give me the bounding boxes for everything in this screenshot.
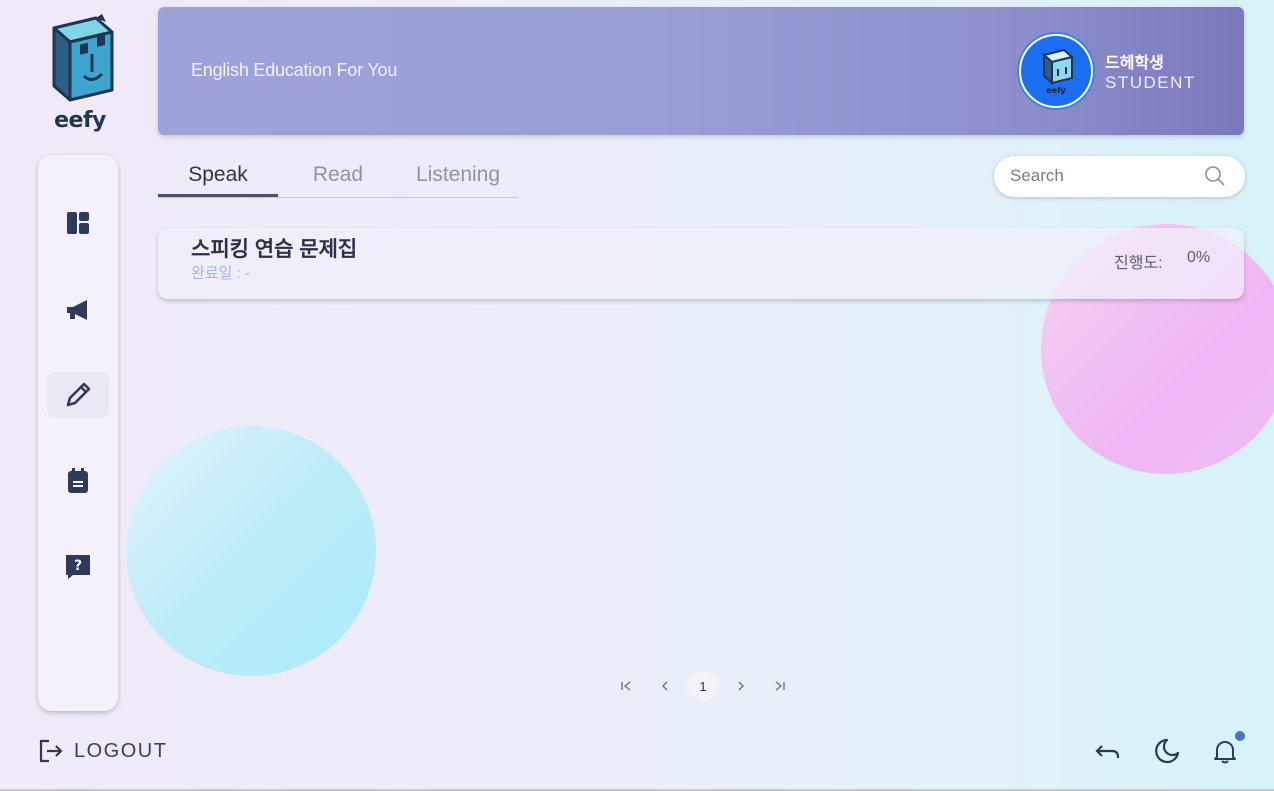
decorative-cyan-circle bbox=[126, 426, 376, 676]
sidebar-item-notes[interactable] bbox=[47, 458, 109, 504]
app-tagline: English Education For You bbox=[191, 60, 398, 80]
tab-speak[interactable]: Speak bbox=[158, 163, 278, 187]
tab-bar: Speak Read Listening bbox=[158, 156, 518, 198]
eefy-avatar-icon: eefy bbox=[1041, 48, 1075, 95]
prev-page-button[interactable] bbox=[649, 671, 681, 701]
next-page-button[interactable] bbox=[725, 671, 757, 701]
svg-text:?: ? bbox=[74, 558, 82, 574]
chevron-left-icon bbox=[662, 681, 668, 691]
logo-text: eefy bbox=[54, 108, 106, 133]
app-logo[interactable]: eefy bbox=[40, 14, 120, 139]
active-tab-indicator bbox=[158, 194, 278, 197]
first-page-icon bbox=[621, 681, 631, 691]
completion-date: 완료일 : - bbox=[191, 265, 250, 282]
dark-mode-moon-icon[interactable] bbox=[1153, 737, 1181, 765]
header-banner: English Education For You eefy 드헤학생 STUD… bbox=[158, 7, 1244, 135]
page-button-current[interactable]: 1 bbox=[687, 671, 719, 701]
last-page-icon bbox=[775, 681, 785, 691]
logout-label: LOGOUT bbox=[74, 739, 168, 762]
progress-value: 0% bbox=[1187, 249, 1211, 266]
sidebar: ? bbox=[38, 155, 118, 711]
chevron-right-icon bbox=[738, 681, 744, 691]
megaphone-icon bbox=[67, 300, 87, 320]
back-arrow-icon[interactable] bbox=[1094, 737, 1122, 765]
first-page-button[interactable] bbox=[611, 671, 643, 701]
sidebar-item-announcements[interactable] bbox=[47, 287, 109, 333]
book-logo-icon bbox=[52, 14, 114, 102]
sidebar-item-help[interactable]: ? bbox=[47, 544, 109, 590]
progress-label: 진행도: bbox=[1114, 255, 1163, 272]
last-page-button[interactable] bbox=[763, 671, 795, 701]
notification-badge-dot bbox=[1235, 731, 1245, 741]
help-question-icon: ? bbox=[66, 555, 90, 579]
logout-icon bbox=[39, 739, 63, 763]
notepad-icon bbox=[68, 468, 88, 493]
tab-listening[interactable]: Listening bbox=[398, 163, 518, 187]
svg-text:eefy: eefy bbox=[1046, 86, 1066, 95]
sidebar-item-dashboard[interactable] bbox=[47, 200, 109, 246]
user-name: 드헤학생 bbox=[1105, 55, 1164, 72]
search-input[interactable] bbox=[1010, 165, 1200, 187]
user-role: STUDENT bbox=[1105, 73, 1196, 92]
pencil-icon bbox=[66, 382, 91, 407]
sidebar-item-practice[interactable] bbox=[47, 372, 109, 418]
search-icon[interactable] bbox=[1204, 165, 1226, 187]
pagination: 1 bbox=[611, 670, 801, 702]
dashboard-icon bbox=[67, 212, 89, 234]
logout-button[interactable]: LOGOUT bbox=[38, 737, 167, 765]
workbook-card[interactable]: 스피킹 연습 문제집 완료일 : - 진행도: 0% bbox=[158, 228, 1244, 299]
notification-bell-icon[interactable] bbox=[1211, 737, 1239, 765]
search-box bbox=[994, 156, 1245, 197]
workbook-title: 스피킹 연습 문제집 bbox=[191, 238, 358, 261]
avatar[interactable]: eefy bbox=[1019, 34, 1093, 108]
tab-read[interactable]: Read bbox=[278, 163, 398, 187]
